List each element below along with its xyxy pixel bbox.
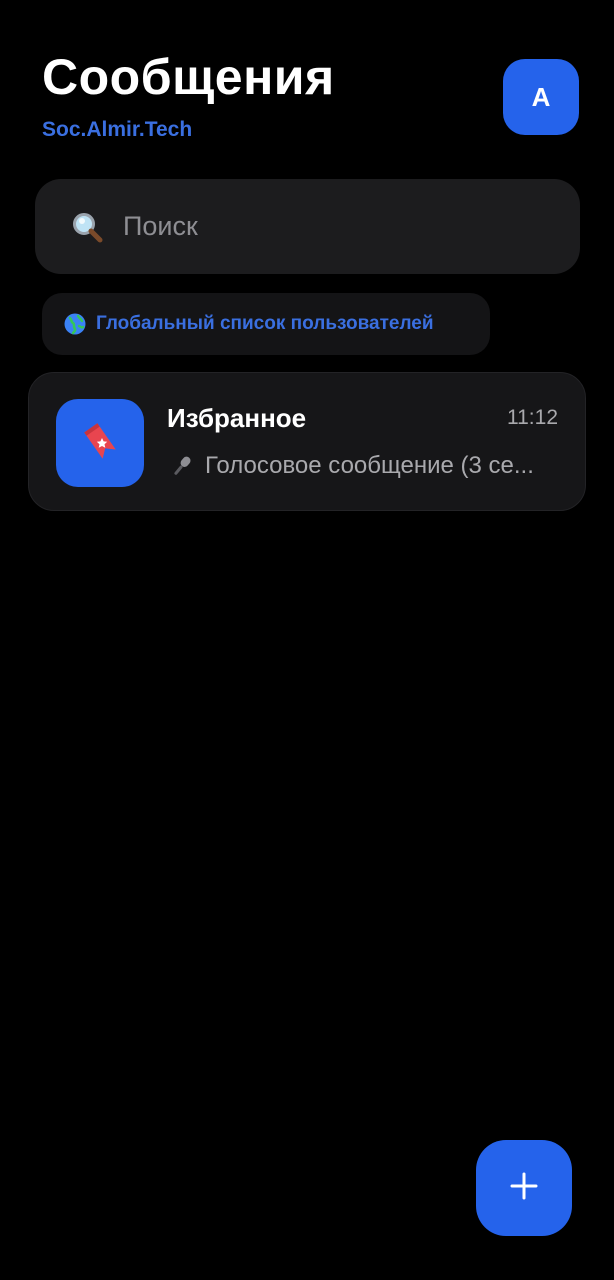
chat-avatar [56, 399, 144, 487]
global-users-button[interactable]: Глобальный список пользователей [42, 293, 490, 355]
microphone-icon [167, 451, 197, 481]
chat-preview-text: Голосовое сообщение (3 се... [205, 452, 534, 479]
global-users-label: Глобальный список пользователей [96, 313, 434, 334]
page-title: Сообщения [42, 49, 335, 105]
messages-screen: Сообщения Soc.Almir.Tech A Глобальный сп… [0, 0, 614, 1280]
plus-icon [509, 1171, 539, 1206]
chat-time: 11:12 [507, 406, 558, 429]
app-subtitle: Soc.Almir.Tech [42, 118, 193, 141]
search-input[interactable] [123, 196, 580, 257]
chat-list-item[interactable]: Избранное 11:12 Голосовое сообщение (3 с… [28, 372, 586, 511]
globe-icon [62, 311, 88, 337]
search-icon [69, 209, 105, 245]
search-bar[interactable] [35, 179, 580, 274]
bookmark-icon [78, 419, 122, 468]
chat-preview: Голосовое сообщение (3 се... [167, 451, 567, 481]
chat-name: Избранное [167, 403, 307, 433]
new-chat-button[interactable] [476, 1140, 572, 1236]
profile-avatar-button[interactable]: A [503, 59, 579, 135]
